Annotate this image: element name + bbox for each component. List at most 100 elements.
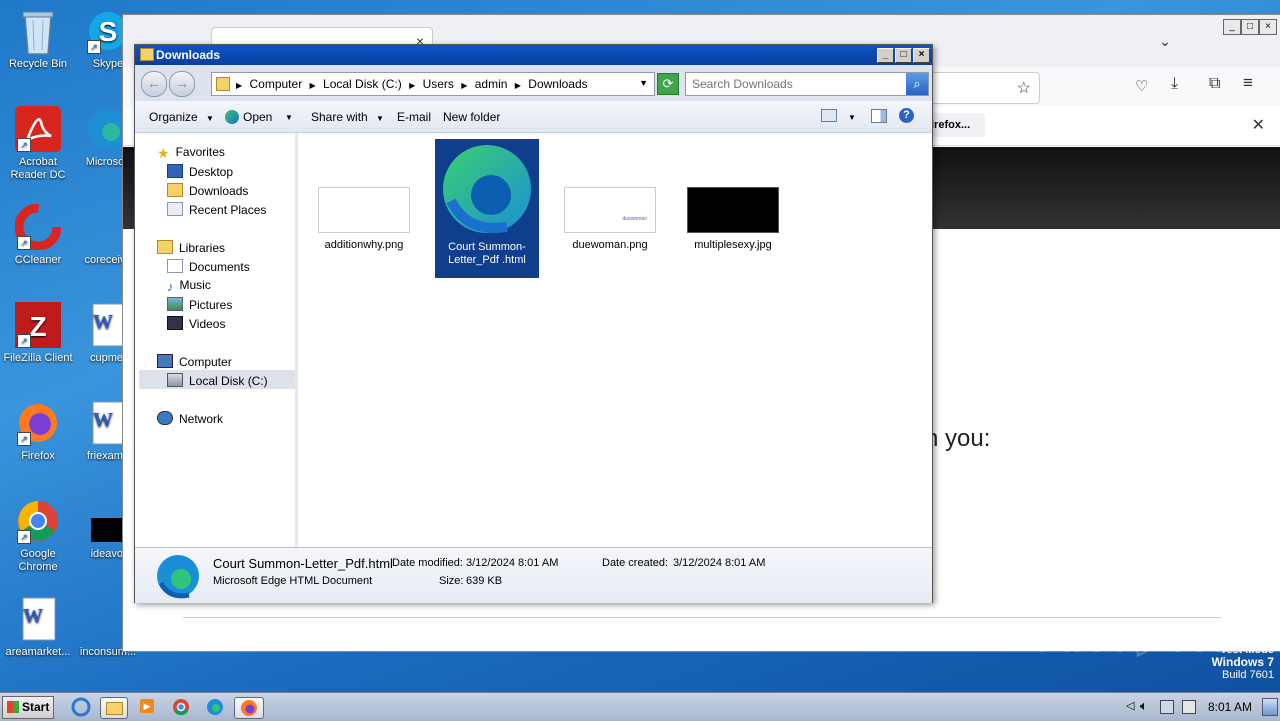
file-item[interactable]: multiplesexy.jpg	[681, 187, 785, 251]
ff-maximize-button[interactable]: □	[1241, 19, 1259, 35]
nav-local-disk[interactable]: Local Disk (C:)	[167, 373, 268, 388]
explorer-window[interactable]: Downloads _ □ × ← → ▶ Computer ▶ Local D…	[134, 44, 933, 603]
clock[interactable]: 8:01 AM	[1208, 700, 1252, 714]
tray-expand-icon[interactable]: ◁	[1126, 699, 1134, 712]
nav-label: Videos	[189, 317, 226, 331]
file-item[interactable]: additionwhy.png	[312, 187, 416, 251]
desktop-icon-areamarket[interactable]: W areamarket...	[0, 596, 76, 659]
file-item-selected[interactable]: Court Summon-Letter_Pdf .html	[435, 139, 539, 278]
help-icon[interactable]: ?	[899, 108, 914, 123]
url-bar[interactable]: ☆	[933, 72, 1040, 104]
breadcrumb-arrow-icon[interactable]: ▶	[461, 81, 467, 90]
edge-taskbar-icon[interactable]	[204, 697, 226, 717]
desktop-icon-firefox[interactable]: ↗ Firefox	[0, 400, 76, 463]
explorer-taskbar-icon[interactable]	[100, 697, 128, 719]
search-box[interactable]: ⌕	[685, 72, 929, 96]
nav-favorites[interactable]: ★ Favorites	[157, 145, 225, 161]
notification-button[interactable]: irefox...	[929, 113, 985, 137]
show-desktop-button[interactable]	[1262, 698, 1278, 716]
desktop-icon-recycle-bin[interactable]: Recycle Bin	[0, 8, 76, 71]
downloads-folder-icon	[167, 183, 183, 197]
breadcrumb-arrow-icon[interactable]: ▶	[515, 81, 521, 90]
file-name: duewoman.png	[572, 239, 648, 251]
address-bar[interactable]: ▶ Computer ▶ Local Disk (C:) ▶ Users ▶ a…	[211, 72, 655, 96]
nav-documents[interactable]: Documents	[167, 259, 250, 274]
nav-desktop[interactable]: Desktop	[167, 164, 233, 179]
breadcrumb-item-admin[interactable]: admin	[475, 77, 508, 91]
organize-button[interactable]: Organize ▼	[149, 110, 214, 124]
preview-pane-icon[interactable]	[871, 109, 887, 123]
action-center-icon[interactable]	[1182, 700, 1196, 714]
desktop-icon-google-chrome[interactable]: ↗ Google Chrome	[0, 498, 76, 574]
email-button[interactable]: E-mail	[397, 110, 431, 124]
desktop-icon-label: Google Chrome	[18, 548, 58, 573]
volume-icon[interactable]: 🔈︎	[1140, 698, 1148, 714]
search-icon[interactable]: ⌕	[906, 73, 928, 95]
nav-downloads[interactable]: Downloads	[167, 183, 248, 198]
desktop-icon-filezilla[interactable]: Z ↗ FileZilla Client	[0, 302, 76, 365]
internet-explorer-icon[interactable]	[70, 697, 92, 717]
breadcrumb-item-local-disk[interactable]: Local Disk (C:)	[323, 77, 402, 91]
bookmark-star-icon[interactable]: ☆	[1017, 78, 1031, 98]
breadcrumb-item-computer[interactable]: Computer	[250, 77, 303, 91]
open-dropdown-icon[interactable]: ▼	[285, 113, 293, 122]
nav-computer[interactable]: Computer	[157, 354, 232, 369]
maximize-button[interactable]: □	[895, 48, 912, 63]
share-with-button[interactable]: Share with ▼	[311, 110, 384, 124]
chrome-taskbar-icon[interactable]	[170, 697, 192, 717]
explorer-title-bar[interactable]: Downloads _ □ ×	[135, 45, 932, 65]
open-button[interactable]: Open	[225, 110, 272, 124]
media-player-icon[interactable]: ▶	[136, 697, 158, 717]
nav-label: Libraries	[179, 241, 226, 255]
notification-close-icon[interactable]: ✕	[1252, 115, 1265, 135]
file-name: Court Summon-Letter_Pdf .html	[448, 241, 526, 266]
menu-icon[interactable]: ≡	[1243, 73, 1253, 93]
breadcrumb-arrow-icon[interactable]: ▶	[310, 81, 316, 90]
nav-pictures[interactable]: Pictures	[167, 297, 232, 312]
music-icon: ♪	[167, 279, 174, 294]
breadcrumb-item-downloads[interactable]: Downloads	[528, 77, 587, 91]
nav-label: Recent Places	[189, 203, 267, 217]
details-pane: Court Summon-Letter_Pdf.html Microsoft E…	[135, 547, 932, 603]
nav-libraries[interactable]: Libraries	[157, 240, 225, 255]
change-view-icon[interactable]	[821, 109, 837, 122]
start-button[interactable]: Start	[2, 696, 54, 719]
nav-music[interactable]: ♪ Music	[167, 278, 211, 294]
address-dropdown-icon[interactable]: ▼	[639, 78, 648, 88]
firefox-taskbar-icon[interactable]	[234, 697, 264, 719]
nav-videos[interactable]: Videos	[167, 316, 225, 331]
pocket-icon[interactable]: ♡	[1135, 77, 1148, 95]
file-name: additionwhy.png	[324, 239, 404, 251]
close-button[interactable]: ×	[913, 48, 930, 63]
ff-minimize-button[interactable]: _	[1223, 19, 1241, 35]
ccleaner-icon: ↗	[14, 203, 62, 251]
downloads-icon[interactable]: ⤓	[1171, 75, 1178, 93]
view-dropdown-icon[interactable]: ▼	[848, 113, 856, 122]
refresh-button[interactable]: ⟳	[657, 73, 679, 95]
breadcrumb-item-users[interactable]: Users	[423, 77, 454, 91]
forward-button[interactable]: →	[169, 71, 195, 97]
dropdown-arrow-icon: ▼	[206, 114, 214, 123]
desktop-icon-acrobat[interactable]: ↗ Acrobat Reader DC	[0, 106, 76, 182]
desktop-icon-label: Skype	[92, 58, 124, 70]
file-item[interactable]: duewoman duewoman.png	[558, 187, 662, 251]
filezilla-icon: Z ↗	[15, 302, 61, 348]
back-button[interactable]: ←	[141, 71, 167, 97]
window-title: Downloads	[156, 48, 221, 62]
network-tray-icon[interactable]	[1160, 700, 1174, 714]
svg-text:S: S	[99, 16, 118, 47]
new-folder-button[interactable]: New folder	[443, 110, 500, 124]
desktop-icon-label: cupmet	[89, 352, 127, 364]
ff-close-button[interactable]: ×	[1259, 19, 1277, 35]
watermark-line3: Build 7601	[1222, 669, 1274, 681]
nav-recent-places[interactable]: Recent Places	[167, 202, 266, 217]
tab-list-chevron-icon[interactable]: ⌄	[1159, 33, 1171, 50]
desktop-icon-ccleaner[interactable]: ↗ CCleaner	[0, 203, 76, 267]
search-input[interactable]	[690, 75, 904, 93]
breadcrumb-arrow-icon[interactable]: ▶	[409, 81, 415, 90]
minimize-button[interactable]: _	[877, 48, 894, 63]
nav-network[interactable]: Network	[157, 411, 223, 426]
extensions-icon[interactable]: ⧉	[1209, 75, 1220, 93]
chrome-icon: ↗	[15, 498, 61, 544]
file-name: multiplesexy.jpg	[694, 239, 772, 251]
